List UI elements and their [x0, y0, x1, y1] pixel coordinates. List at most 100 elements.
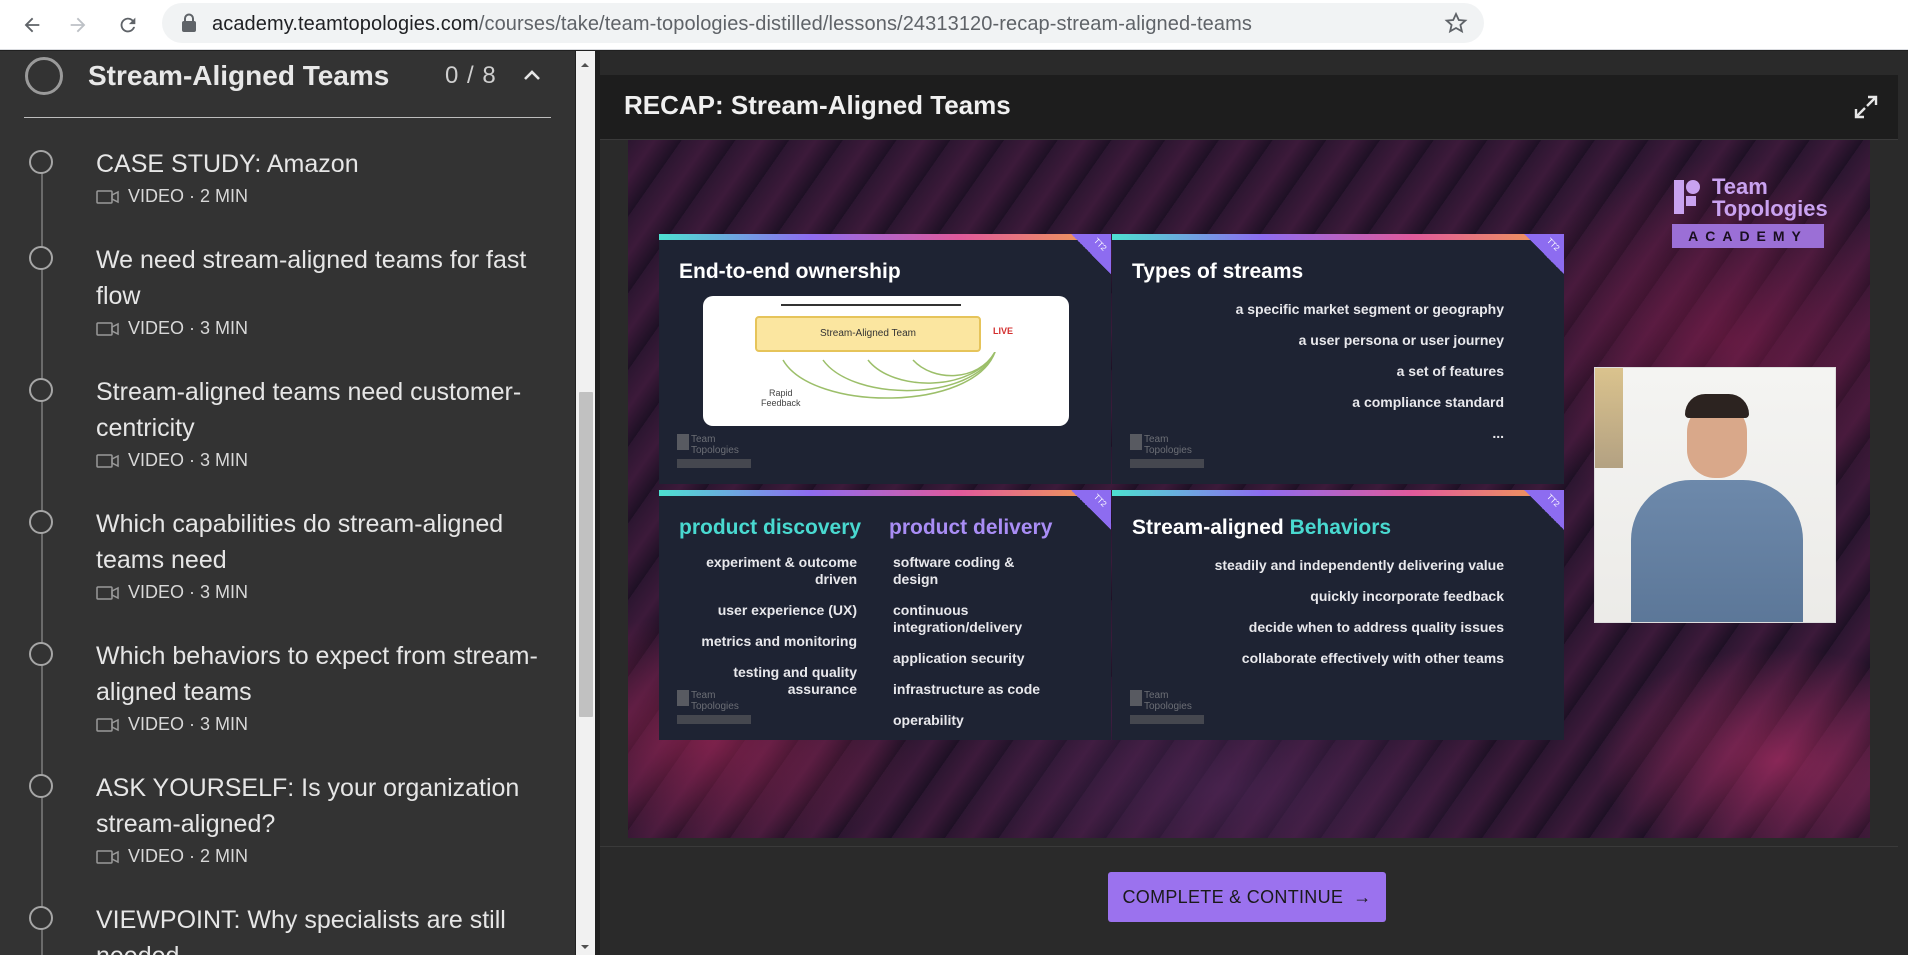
lesson-title: Which capabilities do stream-aligned tea…	[96, 510, 504, 574]
complete-continue-label: COMPLETE & CONTINUE	[1122, 886, 1344, 907]
discovery-list: experiment & outcome driven user experie…	[687, 554, 857, 712]
section-progress-circle	[25, 57, 63, 95]
list-item: decide when to address quality issues	[1248, 619, 1504, 635]
lesson-title: VIEWPOINT: Why specialists are still nee…	[96, 906, 506, 955]
panel-capabilities: TT2 product discovery product delivery e…	[659, 490, 1111, 740]
lesson-meta: VIDEO · 3 MIN	[96, 450, 248, 471]
lesson-title: ASK YOURSELF: Is your organization strea…	[96, 774, 520, 838]
presenter-video-inset	[1594, 367, 1836, 623]
corner-tag: TT2	[1071, 234, 1111, 274]
panel-title-discovery: product discovery	[679, 516, 862, 539]
brand-mark-icon	[1674, 180, 1700, 214]
panel-title: Types of streams	[1132, 260, 1304, 283]
panel-behaviors: TT2 Stream-aligned Behaviors steadily an…	[1112, 490, 1564, 740]
complete-continue-button[interactable]: COMPLETE & CONTINUE →	[1108, 872, 1386, 922]
lesson-meta: VIDEO · 3 MIN	[96, 714, 248, 735]
gradient-bar	[659, 234, 1111, 240]
mini-logo: Team Topologies	[1130, 690, 1206, 724]
section-header[interactable]: Stream-Aligned Teams 0 / 8	[0, 51, 575, 117]
lesson-meta-text: VIDEO · 3 MIN	[128, 450, 249, 470]
corner-tag: TT2	[1071, 490, 1111, 530]
list-item: metrics and monitoring	[701, 633, 857, 649]
lesson-title: CASE STUDY: Amazon	[96, 150, 359, 178]
academy-logo: Team Topologies ACADEMY	[1672, 174, 1832, 258]
lesson-meta: VIDEO · 2 MIN	[96, 846, 248, 867]
scroll-up-arrow-icon[interactable]	[580, 60, 590, 70]
forward-button[interactable]	[62, 9, 94, 41]
behaviors-list: steadily and independently delivering va…	[1215, 550, 1504, 674]
lesson-title: Which behaviors to expect from stream-al…	[96, 642, 538, 706]
list-item: steadily and independently delivering va…	[1214, 557, 1504, 573]
list-item: a user persona or user journey	[1298, 332, 1504, 348]
corner-tag: TT2	[1524, 490, 1564, 530]
address-bar[interactable]: academy.teamtopologies.com/courses/take/…	[162, 3, 1484, 43]
expand-icon[interactable]	[1852, 93, 1880, 121]
mini-logo: Team Topologies	[677, 434, 753, 468]
lesson-status-circle	[29, 906, 53, 930]
lesson-meta-text: VIDEO · 3 MIN	[128, 582, 249, 602]
video-camera-icon	[96, 189, 119, 204]
section-title: Stream-Aligned Teams	[88, 60, 390, 91]
arrow-right-icon: →	[1353, 886, 1372, 907]
page-title: RECAP: Stream-Aligned Teams	[624, 90, 1011, 120]
list-item: a compliance standard	[1352, 394, 1504, 410]
delivery-list: software coding & design continuous inte…	[893, 554, 1063, 740]
video-camera-icon	[96, 717, 119, 732]
section-count: 0 / 8	[445, 62, 497, 89]
list-item: software coding & design	[893, 554, 1015, 587]
video-camera-icon	[96, 849, 119, 864]
back-arrow-icon	[24, 17, 40, 33]
panel-title-delivery: product delivery	[889, 516, 1053, 539]
mini-logo: Team Topologies	[677, 690, 753, 724]
star-icon[interactable]	[1444, 11, 1468, 35]
lesson-title: Stream-aligned teams need customer-centr…	[96, 378, 522, 442]
streams-list: a specific market segment or geography a…	[1236, 294, 1504, 449]
list-item: continuous integration/delivery	[893, 602, 1023, 635]
lesson-meta-text: VIDEO · 3 MIN	[128, 714, 249, 734]
list-item: application security	[893, 650, 1025, 666]
list-item: a set of features	[1396, 363, 1504, 379]
brand-academy: ACADEMY	[1672, 224, 1824, 248]
presenter-body	[1631, 480, 1803, 622]
panel-title: End-to-end ownership	[679, 260, 901, 283]
lesson-meta: VIDEO · 3 MIN	[96, 318, 248, 339]
lesson-footer: COMPLETE & CONTINUE →	[600, 846, 1898, 955]
video-camera-icon	[96, 585, 119, 600]
panel-end-to-end-ownership: TT2 End-to-end ownership Stream-Aligned …	[659, 234, 1111, 484]
lesson-meta: VIDEO · 3 MIN	[96, 582, 248, 603]
back-button[interactable]	[16, 9, 48, 41]
lock-icon	[182, 13, 196, 32]
url-text: academy.teamtopologies.com/courses/take/…	[212, 13, 1252, 35]
video-camera-icon	[96, 321, 119, 336]
video-player[interactable]: Team Topologies ACADEMY TT2 End-to-end ow…	[628, 140, 1870, 838]
panel-title: Stream-aligned Behaviors	[1132, 516, 1392, 539]
presenter-hair	[1685, 394, 1749, 418]
gradient-bar	[659, 490, 1111, 496]
forward-arrow-icon	[70, 17, 86, 33]
lesson-meta-text: VIDEO · 3 MIN	[128, 318, 249, 338]
sidebar-scrollbar-thumb[interactable]	[579, 392, 593, 717]
lesson-status-circle	[29, 378, 53, 402]
feedback-arrows-icon	[782, 352, 996, 399]
brand-name: Team Topologies	[1712, 174, 1828, 221]
browser-toolbar: academy.teamtopologies.com/courses/take/…	[0, 0, 1908, 50]
background-artwork	[1595, 368, 1623, 468]
lesson-meta-text: VIDEO · 2 MIN	[128, 846, 249, 866]
lesson-meta-text: VIDEO · 2 MIN	[128, 186, 249, 206]
scroll-down-arrow-icon[interactable]	[580, 942, 590, 952]
lesson-timeline	[41, 159, 43, 955]
list-item: experiment & outcome driven	[706, 554, 857, 587]
panel-types-of-streams: TT2 Types of streams a specific market s…	[1112, 234, 1564, 484]
list-item: a specific market segment or geography	[1235, 301, 1504, 317]
course-sidebar: Stream-Aligned Teams 0 / 8 CASE STUDY: A…	[0, 51, 575, 955]
lesson-status-circle	[29, 150, 53, 174]
list-item: user experience (UX)	[717, 602, 857, 618]
list-item: ...	[1492, 425, 1504, 441]
chevron-up-icon[interactable]	[520, 64, 544, 88]
lesson-status-circle	[29, 510, 53, 534]
lesson-title: We need stream-aligned teams for fast fl…	[96, 246, 527, 310]
lesson-status-circle	[29, 642, 53, 666]
diagram-box: Stream-Aligned Team	[755, 316, 981, 352]
reload-button[interactable]	[112, 9, 144, 41]
lesson-status-circle	[29, 774, 53, 798]
